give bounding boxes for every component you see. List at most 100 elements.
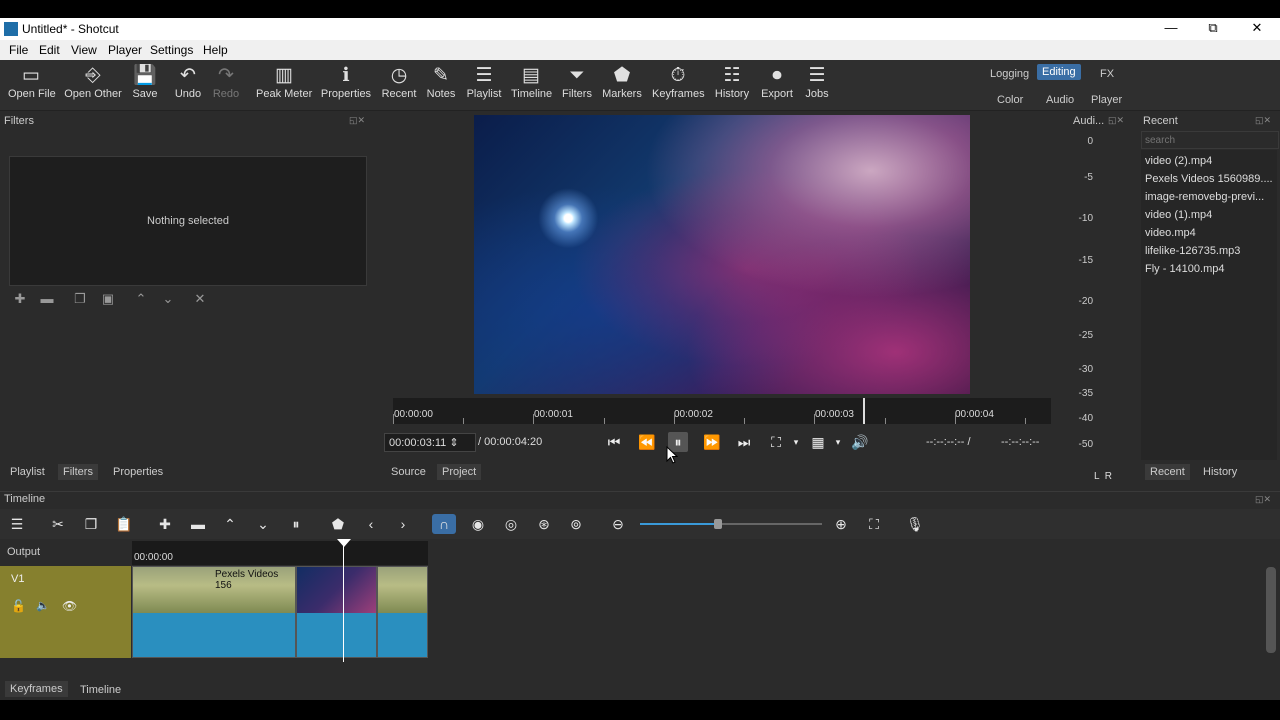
menu-view[interactable]: View: [71, 43, 97, 57]
layout-logging[interactable]: Logging: [985, 66, 1034, 82]
undo-button[interactable]: ↶ Undo: [172, 64, 204, 100]
menu-file[interactable]: File: [9, 43, 28, 57]
paste-icon[interactable]: 📋: [112, 514, 136, 534]
tab-project[interactable]: Project: [437, 464, 482, 480]
recent-search-input[interactable]: [1141, 131, 1279, 149]
tab-timeline[interactable]: Timeline: [75, 682, 126, 698]
maximize-button[interactable]: ⧉: [1198, 20, 1228, 38]
recent-item[interactable]: Fly - 14100.mp4: [1145, 263, 1224, 275]
timeline-dock-icon[interactable]: ◱✕: [1255, 494, 1271, 505]
ripple-markers-icon[interactable]: ⊚: [564, 514, 588, 534]
zoom-slider[interactable]: [640, 519, 822, 529]
next-marker-icon[interactable]: ›: [391, 514, 415, 534]
close-button[interactable]: ✕: [1242, 20, 1272, 38]
playhead-handle[interactable]: [337, 539, 351, 547]
tab-properties[interactable]: Properties: [108, 464, 168, 480]
paste-filter-icon[interactable]: ▣: [99, 291, 117, 309]
skip-next-icon[interactable]: ⏭: [734, 432, 754, 452]
deselect-filter-icon[interactable]: ✕: [191, 291, 209, 309]
filters-button[interactable]: ⏷ Filters: [560, 64, 594, 100]
layout-audio[interactable]: Audio: [1041, 92, 1079, 108]
recent-item[interactable]: video (1).mp4: [1145, 209, 1212, 221]
peak-meter-button[interactable]: ▥ Peak Meter: [256, 64, 312, 100]
copy-icon[interactable]: ❐: [79, 514, 103, 534]
timeline-playhead[interactable]: [343, 541, 344, 662]
timeline-clip[interactable]: [296, 566, 377, 658]
move-down-icon[interactable]: ⌄: [159, 291, 177, 309]
previous-marker-icon[interactable]: ‹: [359, 514, 383, 534]
grid-dropdown-icon[interactable]: ▾: [828, 432, 848, 452]
history-button[interactable]: ☷ History: [714, 64, 750, 100]
layout-editing[interactable]: Editing: [1037, 64, 1081, 80]
layout-fx[interactable]: FX: [1095, 66, 1119, 82]
add-filter-icon[interactable]: ✚: [11, 291, 29, 309]
menu-help[interactable]: Help: [203, 43, 228, 57]
zoom-slider-handle[interactable]: [714, 519, 722, 529]
audio-dock-icon[interactable]: ◱✕: [1108, 115, 1124, 126]
marker-icon[interactable]: ⬟: [326, 514, 350, 534]
copy-filter-icon[interactable]: ❐: [71, 291, 89, 309]
tab-source[interactable]: Source: [386, 464, 431, 480]
properties-button[interactable]: ℹ Properties: [320, 64, 372, 100]
volume-icon[interactable]: 🔊: [850, 432, 870, 452]
rewind-icon[interactable]: ⏪: [637, 432, 657, 452]
mute-icon[interactable]: 🔈: [36, 599, 50, 612]
overwrite-icon[interactable]: ⌄: [251, 514, 275, 534]
filters-dock-icon[interactable]: ◱✕: [349, 115, 365, 126]
timeline-button[interactable]: ▤ Timeline: [511, 64, 552, 100]
record-audio-icon[interactable]: 🎙: [903, 514, 927, 534]
tab-keyframes[interactable]: Keyframes: [5, 681, 68, 697]
move-up-icon[interactable]: ⌃: [132, 291, 150, 309]
recent-item[interactable]: video.mp4: [1145, 227, 1196, 239]
tab-playlist[interactable]: Playlist: [5, 464, 50, 480]
open-other-button[interactable]: ⎆ Open Other: [64, 64, 122, 100]
playlist-button[interactable]: ☰ Playlist: [466, 64, 502, 100]
export-button[interactable]: ⏺ Export: [760, 64, 794, 100]
recent-item[interactable]: Pexels Videos 1560989....: [1145, 173, 1273, 185]
tab-recent[interactable]: Recent: [1145, 464, 1190, 480]
skip-previous-icon[interactable]: ⏮: [604, 432, 624, 452]
timeline-ruler[interactable]: 00:00:00: [132, 541, 428, 565]
minimize-button[interactable]: —: [1156, 20, 1186, 38]
redo-button[interactable]: ↷ Redo: [210, 64, 242, 100]
track-header-v1[interactable]: V1 🔓 🔈 👁: [0, 566, 131, 658]
layout-color[interactable]: Color: [992, 92, 1028, 108]
zoom-fit-icon[interactable]: ⛶: [766, 432, 786, 452]
recent-item[interactable]: image-removebg-previ...: [1145, 191, 1264, 203]
split-icon[interactable]: ⏸: [284, 514, 308, 534]
fast-forward-icon[interactable]: ⏩: [702, 432, 722, 452]
current-timecode-field[interactable]: 00:00:03:11 ⇕: [384, 433, 476, 452]
tab-history[interactable]: History: [1198, 464, 1242, 480]
append-icon[interactable]: ✚: [153, 514, 177, 534]
layout-player[interactable]: Player: [1086, 92, 1127, 108]
zoom-in-icon[interactable]: ⊕: [829, 514, 853, 534]
ripple-icon[interactable]: ◎: [499, 514, 523, 534]
remove-filter-icon[interactable]: ▬: [38, 291, 56, 309]
recent-item[interactable]: video (2).mp4: [1145, 155, 1212, 167]
lock-icon[interactable]: 🔓: [11, 599, 26, 613]
visibility-eye-icon[interactable]: 👁: [62, 599, 77, 613]
timeline-clip[interactable]: Pexels Videos 156: [132, 566, 296, 658]
menu-player[interactable]: Player: [108, 43, 142, 57]
zoom-dropdown-icon[interactable]: ▾: [786, 432, 806, 452]
zoom-fit-timeline-icon[interactable]: ⛶: [862, 514, 886, 534]
timeline-vertical-scrollbar[interactable]: [1266, 567, 1276, 653]
player-time-ruler[interactable]: 00:00:00 00:00:01 00:00:02 00:00:03 00:0…: [393, 398, 1051, 424]
player-playhead[interactable]: [863, 398, 865, 424]
save-button[interactable]: 💾 Save: [130, 64, 160, 100]
recent-button[interactable]: ◷ Recent: [380, 64, 418, 100]
tab-filters[interactable]: Filters: [58, 464, 98, 480]
cut-icon[interactable]: ✂: [46, 514, 70, 534]
menu-settings[interactable]: Settings: [150, 43, 193, 57]
jobs-button[interactable]: ☰ Jobs: [802, 64, 832, 100]
notes-button[interactable]: ✎ Notes: [425, 64, 457, 100]
open-file-button[interactable]: ▭ Open File: [8, 64, 56, 100]
markers-button[interactable]: ⬟ Markers: [602, 64, 642, 100]
scrub-icon[interactable]: ◉: [466, 514, 490, 534]
recent-dock-icon[interactable]: ◱✕: [1255, 115, 1271, 126]
keyframes-button[interactable]: ⏱ Keyframes: [652, 64, 705, 100]
timeline-menu-icon[interactable]: ☰: [5, 514, 29, 534]
lift-icon[interactable]: ⌃: [218, 514, 242, 534]
video-preview[interactable]: [474, 115, 970, 394]
ripple-all-icon[interactable]: ⊛: [532, 514, 556, 534]
